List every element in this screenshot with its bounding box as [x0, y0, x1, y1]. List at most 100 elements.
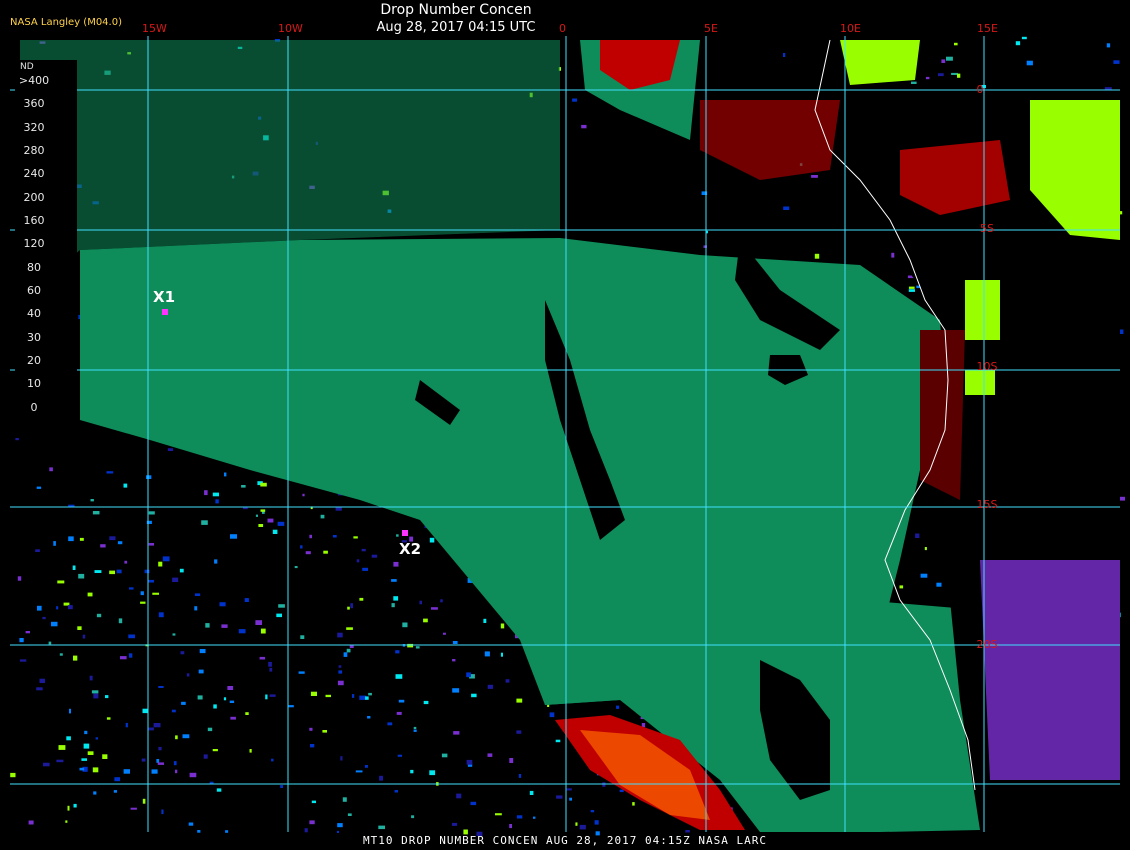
cloud-speck [387, 722, 393, 726]
cloud-speck [28, 820, 34, 825]
cloud-speck [189, 772, 197, 778]
cloud-speck [413, 726, 417, 729]
cloud-speck [396, 711, 402, 715]
cloud-speck [908, 286, 915, 289]
cloud-speck [73, 803, 77, 808]
cloud-speck [36, 486, 42, 489]
cloud-speck [259, 656, 266, 660]
map-title: Drop Number Concen [380, 2, 532, 18]
cloud-speck [114, 777, 121, 782]
cloud-speck [452, 641, 458, 644]
cloud-speck [487, 753, 493, 757]
cloud-speck [453, 731, 460, 735]
cloud-speck [337, 632, 343, 638]
cloud-speck [106, 717, 111, 720]
cloud-speck [471, 693, 477, 698]
cloud-speck [221, 624, 228, 628]
cloud-speck [113, 790, 117, 793]
cloud-speck [294, 566, 298, 569]
cloud-speck [194, 593, 201, 596]
cloud-speck [130, 807, 137, 810]
cloud-speck [267, 518, 274, 523]
cloud-speck [142, 798, 146, 804]
cloud-speck [69, 708, 71, 714]
lat-label-0: 0 [976, 83, 984, 96]
cloud-speck [212, 492, 219, 497]
cloud-speck [87, 592, 93, 597]
cloud-speck [197, 830, 201, 833]
cloud-speck [915, 533, 920, 538]
cloud-speck [158, 561, 163, 567]
cloud-speck [402, 622, 408, 628]
cloud-speck [89, 675, 93, 681]
cloud-speck [48, 641, 52, 645]
cloud-speck [495, 813, 502, 816]
legend-label: 10 [27, 377, 41, 391]
cloud-speck [347, 813, 352, 816]
cloud-speck [153, 723, 161, 728]
cloud-speck [120, 656, 127, 660]
cloud-speck [123, 483, 128, 488]
cloud-speck [181, 701, 186, 705]
marker-x1-label: X1 [153, 288, 176, 306]
cloud-speck [300, 635, 305, 639]
cloud-speck [419, 600, 422, 605]
cloud-speck [429, 770, 436, 776]
cloud-speck [51, 621, 58, 627]
cloud-speck [49, 467, 53, 472]
lon-label-0: 0 [559, 22, 566, 35]
cloud-speck [365, 696, 369, 700]
legend-label: 200 [23, 190, 45, 204]
cloud-speck [93, 791, 97, 795]
cloud-speck [188, 822, 194, 826]
footer-caption: MT10 DROP NUMBER CONCEN AUG 28, 2017 04:… [363, 834, 767, 847]
cloud-speck [505, 679, 510, 683]
cloud-speck [569, 797, 572, 801]
lon-label-10w: 10W [278, 22, 303, 35]
cloud-speck [67, 805, 70, 811]
cloud-speck [466, 672, 471, 678]
cloud-speck [167, 448, 174, 451]
cloud-speck [391, 603, 395, 608]
legend-label: 60 [27, 284, 41, 297]
cloud-speck [632, 802, 635, 806]
cloud-speck [452, 688, 460, 693]
cloud-speck [140, 601, 146, 604]
cloud-speck [411, 815, 415, 819]
cloud-speck [158, 612, 164, 618]
legend-label: 0 [30, 400, 38, 414]
cloud-speck [43, 762, 50, 767]
cloud-speck [230, 534, 237, 539]
cloud-speck [148, 511, 155, 515]
cloud-speck [258, 524, 264, 527]
cloud-speck [146, 475, 152, 479]
cloud-speck [946, 56, 953, 61]
cloud-speck [814, 253, 820, 259]
cloud-speck [529, 790, 534, 795]
cloud-speck [323, 550, 328, 554]
cloud-speck [265, 694, 268, 700]
cloud-speck [300, 545, 303, 549]
cloud-speck [352, 694, 355, 698]
cloud-speck [216, 788, 222, 792]
cloud-speck [311, 800, 316, 804]
cloud-speck [359, 597, 364, 601]
cloud-speck [90, 499, 94, 502]
cloud-speck [172, 577, 179, 582]
cloud-speck [305, 551, 311, 555]
cloud-speck [81, 758, 87, 761]
cloud-speck [171, 709, 176, 713]
cloud-speck [152, 592, 159, 595]
cloud-speck [452, 659, 456, 662]
cloud-speck [201, 520, 208, 525]
cloud-speck [320, 514, 325, 519]
cloud-speck [83, 743, 90, 749]
cloud-speck [109, 536, 116, 541]
cloud-speck [899, 585, 904, 589]
cloud-speck [619, 789, 624, 793]
cloud-speck [72, 565, 76, 570]
cloud-speck [1015, 41, 1021, 46]
cloud-speck [549, 712, 555, 718]
cloud-speck [581, 124, 587, 129]
cloud-speck [393, 561, 399, 567]
